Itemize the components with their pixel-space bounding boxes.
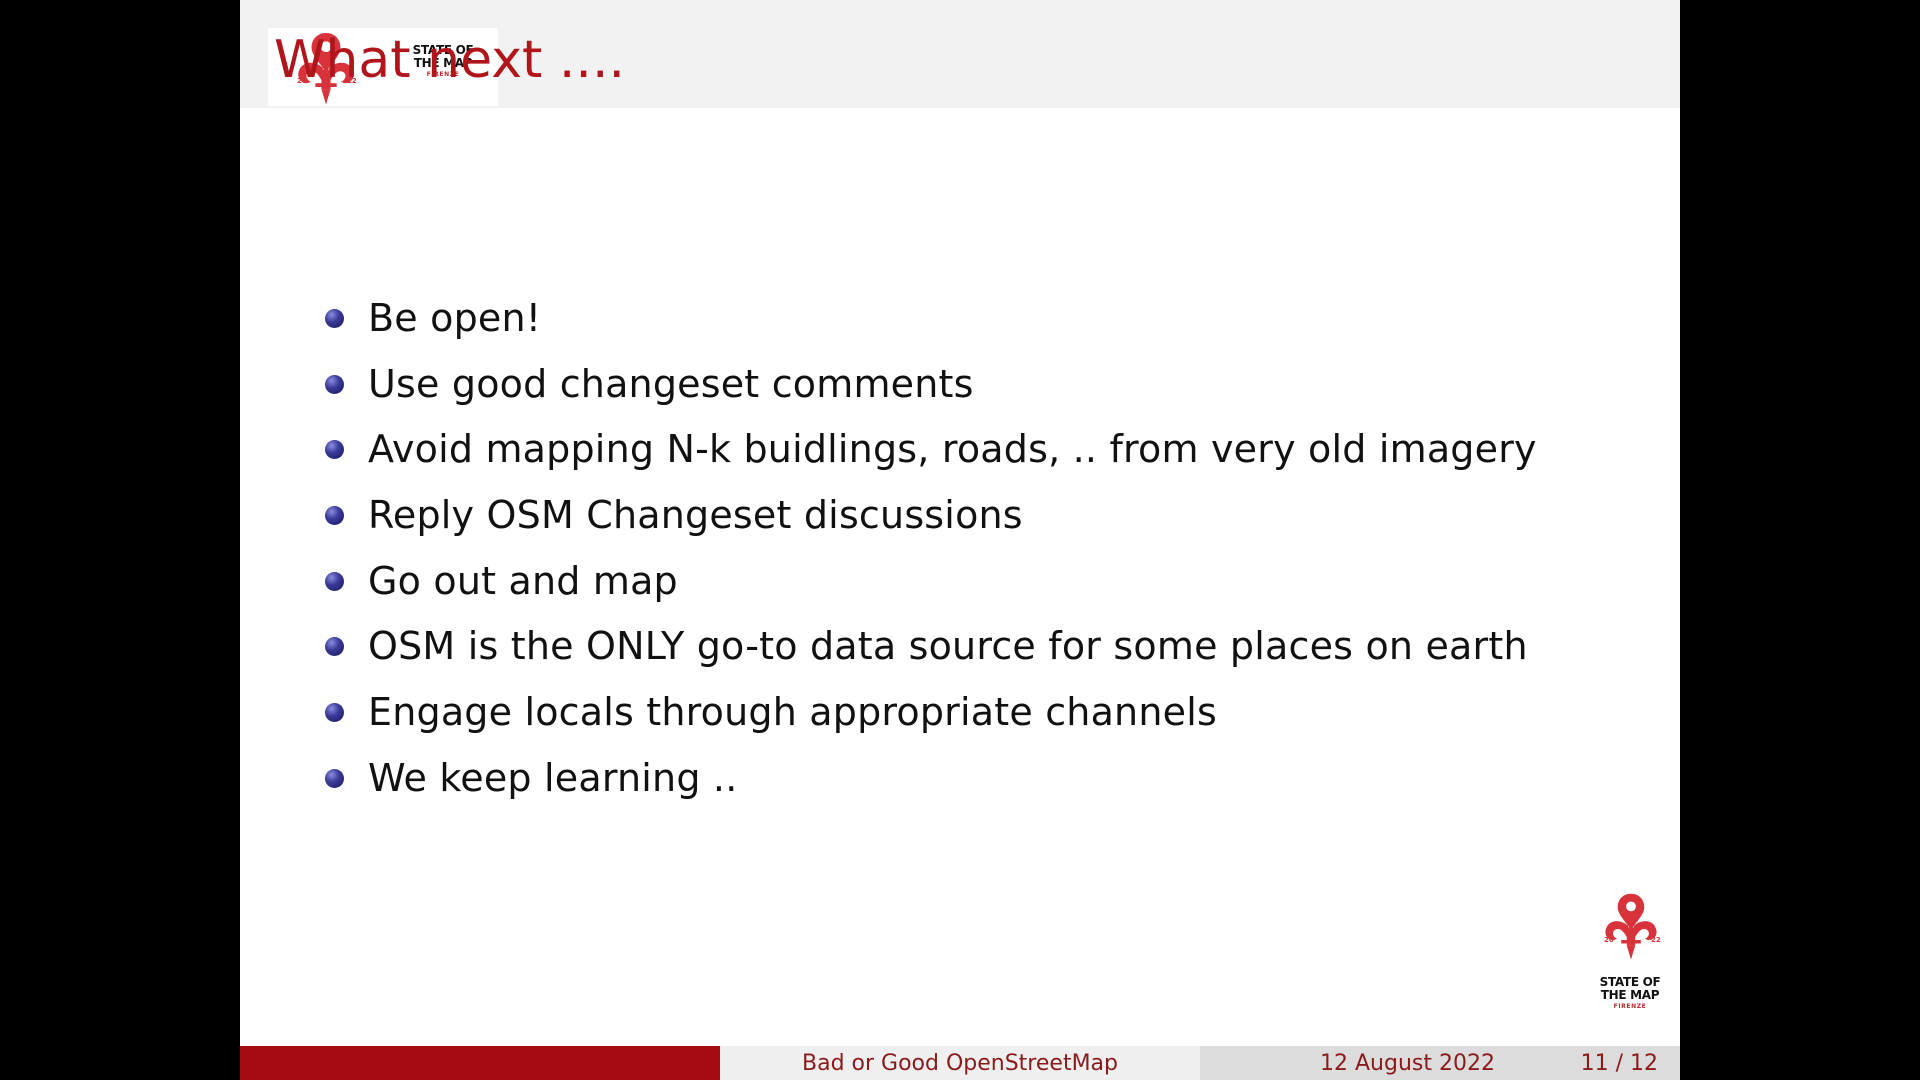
footer-talk-title-text: Bad or Good OpenStreetMap — [802, 1050, 1118, 1076]
bullet-item: Be open! — [325, 290, 1625, 356]
fleur-de-lis-icon: 20 22 — [1596, 886, 1666, 966]
bullet-text: Avoid mapping N-k buidlings, roads, .. f… — [368, 427, 1537, 472]
corner-logo-line-2: THE MAP — [1600, 988, 1660, 1002]
bullet-item: We keep learning .. — [325, 750, 1625, 816]
footer-red-band — [240, 1046, 720, 1080]
corner-logo-line-3: FIRENZE — [1613, 1003, 1647, 1010]
slide-title: What next .... — [274, 30, 625, 90]
footer-info: 12 August 2022 11 / 12 — [1200, 1046, 1680, 1080]
bullet-text: Use good changeset comments — [368, 361, 974, 406]
presentation-slide: 20 22 STATE OF THE MAP FIRENZE What next… — [240, 0, 1680, 1080]
bullet-item: Reply OSM Changeset discussions — [325, 487, 1625, 553]
slide-footer: Bad or Good OpenStreetMap 12 August 2022… — [240, 1046, 1680, 1080]
footer-page-number: 11 / 12 — [1580, 1050, 1658, 1076]
corner-logo: 20 22 STATE OF THE MAP FIRENZE — [1592, 886, 1668, 1016]
footer-date: 12 August 2022 — [1320, 1050, 1495, 1076]
bullet-item: Engage locals through appropriate channe… — [325, 684, 1625, 750]
sphere-bullet-icon — [325, 637, 344, 657]
footer-talk-title: Bad or Good OpenStreetMap — [720, 1046, 1200, 1080]
sphere-bullet-icon — [325, 571, 344, 591]
bullet-text: Be open! — [368, 296, 542, 340]
sphere-bullet-icon — [325, 703, 344, 723]
bullet-text: Go out and map — [368, 558, 678, 603]
bullet-list: Be open! Use good changeset comments Avo… — [325, 290, 1625, 816]
bullet-item: Avoid mapping N-k buidlings, roads, .. f… — [325, 421, 1625, 487]
bullet-text: We keep learning .. — [368, 755, 738, 800]
sphere-bullet-icon — [325, 506, 344, 526]
bullet-text: Engage locals through appropriate channe… — [368, 690, 1217, 735]
bullet-item: Go out and map — [325, 553, 1625, 619]
bullet-item: OSM is the ONLY go-to data source for so… — [325, 618, 1625, 684]
corner-logo-wordmark: STATE OF THE MAP FIRENZE — [1592, 976, 1668, 1011]
screen: 20 22 STATE OF THE MAP FIRENZE What next… — [0, 0, 1920, 1080]
corner-year-right: 22 — [1651, 936, 1661, 944]
bullet-text: OSM is the ONLY go-to data source for so… — [368, 624, 1528, 669]
slide-header: 20 22 STATE OF THE MAP FIRENZE What next… — [240, 0, 1680, 108]
sphere-bullet-icon — [325, 440, 344, 460]
sphere-bullet-icon — [325, 768, 344, 788]
sphere-bullet-icon — [325, 374, 344, 394]
bullet-text: Reply OSM Changeset discussions — [368, 493, 1023, 538]
sphere-bullet-icon — [325, 309, 344, 328]
corner-year-left: 20 — [1604, 936, 1614, 944]
slide-title-text: What next .... — [274, 30, 625, 90]
bullet-item: Use good changeset comments — [325, 356, 1625, 422]
